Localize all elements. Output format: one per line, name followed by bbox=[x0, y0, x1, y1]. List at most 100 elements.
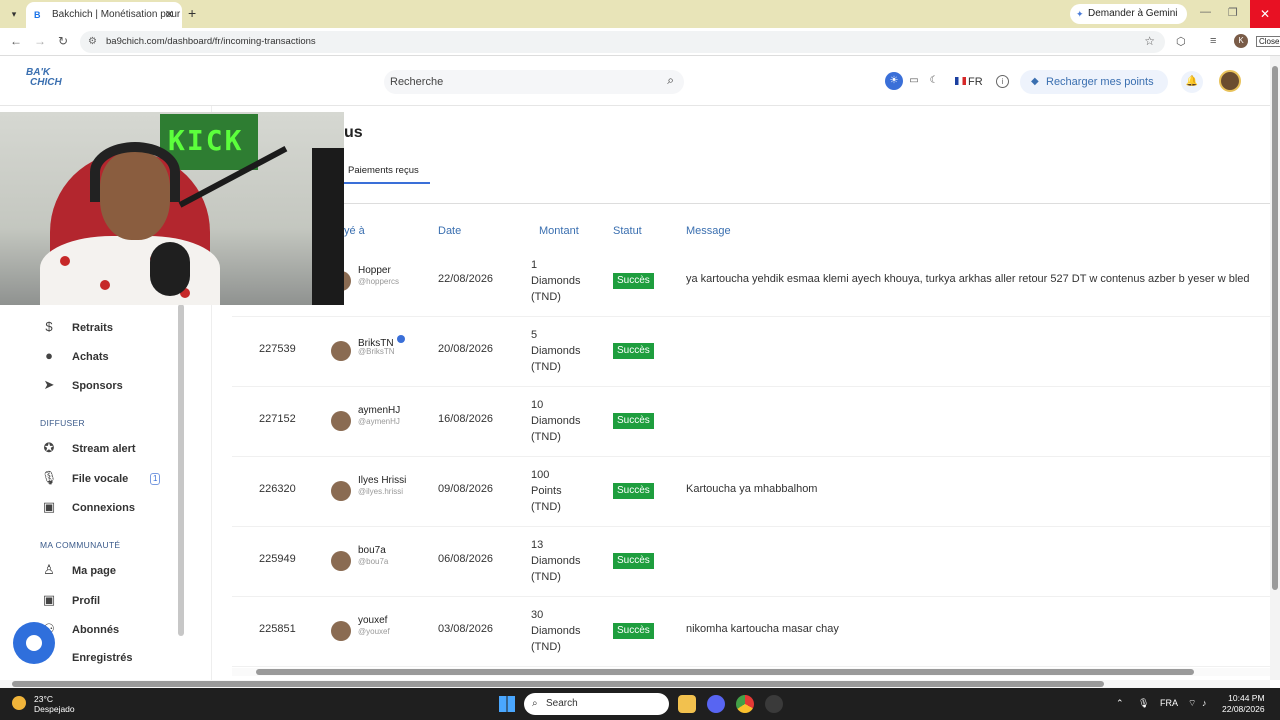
sidebar-item-stream-alert[interactable]: ✪ Stream alert bbox=[40, 437, 136, 459]
info-icon[interactable]: i bbox=[996, 75, 1009, 88]
recharge-points-button[interactable]: ◆ Recharger mes points bbox=[1020, 70, 1168, 94]
donor-avatar[interactable] bbox=[331, 341, 351, 361]
sidebar-item-achats[interactable]: ● Achats bbox=[40, 345, 109, 367]
tab-close-icon[interactable]: ✕ bbox=[165, 2, 174, 28]
forward-icon[interactable]: → bbox=[34, 34, 46, 48]
column-header-paid-to[interactable]: yé à bbox=[344, 225, 365, 237]
weather-sun-icon[interactable] bbox=[12, 696, 26, 710]
reading-list-icon[interactable]: ≡ bbox=[1210, 35, 1216, 47]
notification-bell-icon[interactable]: 🔔 bbox=[1181, 71, 1203, 93]
bookmark-star-icon[interactable]: ☆ bbox=[1144, 34, 1155, 48]
amount-currency: (TND) bbox=[531, 641, 561, 653]
app-header: BA'K CHICH ⌕ ☀ ▭ ☾ FR i ◆ Recharger mes … bbox=[0, 56, 1270, 106]
new-tab-icon[interactable]: + bbox=[188, 5, 196, 21]
restore-icon[interactable]: ❐ bbox=[1228, 6, 1238, 19]
monitor-icon[interactable]: ▭ bbox=[905, 72, 923, 90]
donor-name[interactable]: Hopper bbox=[358, 265, 391, 276]
page-scroll-thumb[interactable] bbox=[12, 681, 1104, 687]
transaction-date: 16/08/2026 bbox=[438, 413, 494, 425]
amount-unit: Diamonds bbox=[531, 555, 581, 567]
table-row[interactable]: 225851 youxef @youxef 03/08/2026 30 Diamonds (… bbox=[232, 597, 1270, 667]
donor-name-text: Hopper bbox=[358, 265, 391, 276]
wifi-icon[interactable]: ⌔ bbox=[1188, 698, 1196, 709]
vertical-scroll-thumb[interactable] bbox=[1272, 66, 1278, 590]
transaction-message: ya kartoucha yehdik esmaa klemi ayech kh… bbox=[686, 273, 1250, 285]
donor-avatar[interactable] bbox=[331, 551, 351, 571]
page-vertical-scrollbar[interactable] bbox=[1270, 56, 1280, 680]
search-icon[interactable]: ⌕ bbox=[667, 73, 674, 88]
page-horizontal-scrollbar[interactable] bbox=[0, 680, 1270, 688]
table-row[interactable]: 226320 Ilyes Hrissi @ilyes.hrissi 09/08/202… bbox=[232, 457, 1270, 527]
table-row[interactable]: 225949 bou7a @bou7a 06/08/2026 13 Diamonds (TN… bbox=[232, 527, 1270, 597]
column-header-date[interactable]: Date bbox=[438, 225, 461, 237]
weather-widget[interactable]: 23°C Despejado bbox=[34, 694, 75, 714]
discord-icon[interactable] bbox=[707, 695, 725, 713]
table-horizontal-scrollbar[interactable] bbox=[232, 668, 1270, 676]
moon-icon[interactable]: ☾ bbox=[925, 72, 943, 90]
gemini-button[interactable]: ✦ Demander à Gemini bbox=[1070, 4, 1188, 24]
tray-chevron-icon[interactable]: ⌃ bbox=[1116, 698, 1124, 709]
sun-icon[interactable]: ☀ bbox=[885, 72, 903, 90]
table-row[interactable]: 227539 BriksTN @BriksTN 20/08/2026 5 Diamonds… bbox=[232, 317, 1270, 387]
profile-avatar[interactable]: K bbox=[1234, 34, 1248, 48]
chat-bubble-button[interactable] bbox=[13, 622, 55, 664]
tab-search-dropdown-icon[interactable]: ▾ bbox=[6, 6, 22, 22]
tab-paiements-recus[interactable]: Paiements reçus bbox=[344, 162, 430, 184]
language-selector[interactable]: FR bbox=[955, 76, 983, 88]
sidebar-item-ma-page[interactable]: ♙ Ma page bbox=[40, 559, 116, 581]
sidebar-item-enregistres[interactable]: Enregistrés bbox=[40, 647, 133, 669]
clock-time: 10:44 PM bbox=[1228, 693, 1265, 703]
donor-avatar[interactable] bbox=[331, 411, 351, 431]
donor-name[interactable]: youxef bbox=[358, 615, 387, 626]
system-clock[interactable]: 10:44 PM 22/08/2026 bbox=[1222, 693, 1265, 715]
amount-currency: (TND) bbox=[531, 291, 561, 303]
table-scroll-thumb[interactable] bbox=[256, 669, 1194, 675]
donor-name-text: Ilyes Hrissi bbox=[358, 475, 407, 486]
sidebar-item-sponsors[interactable]: ➤ Sponsors bbox=[40, 374, 123, 396]
bakchich-logo[interactable]: BA'K CHICH bbox=[26, 68, 62, 88]
tray-mic-icon[interactable]: 🎙 bbox=[1138, 698, 1149, 709]
sidebar-item-label: Profil bbox=[72, 595, 101, 607]
address-bar-row: ← → ↻ ⚙ ba9chich.com/dashboard/fr/incomi… bbox=[0, 28, 1280, 56]
column-header-message[interactable]: Message bbox=[686, 225, 731, 237]
reload-icon[interactable]: ↻ bbox=[58, 34, 68, 48]
browser-tab[interactable]: B Bakchich | Monétisation pour le ✕ bbox=[26, 2, 182, 28]
column-header-status[interactable]: Statut bbox=[613, 225, 642, 237]
omnibox[interactable]: ⚙ ba9chich.com/dashboard/fr/incoming-tra… bbox=[80, 31, 1165, 53]
donor-handle: @youxef bbox=[358, 627, 390, 636]
url-text[interactable]: ba9chich.com/dashboard/fr/incoming-trans… bbox=[106, 31, 316, 53]
obs-icon[interactable] bbox=[765, 695, 783, 713]
user-avatar[interactable] bbox=[1219, 70, 1241, 92]
transaction-id: 227152 bbox=[259, 413, 296, 425]
status-badge: Succès bbox=[613, 413, 654, 429]
donor-name[interactable]: aymenHJ bbox=[358, 405, 400, 416]
site-info-icon[interactable]: ⚙ bbox=[88, 36, 97, 47]
sidebar-item-retraits[interactable]: $ Retraits bbox=[40, 316, 113, 338]
donor-name[interactable]: bou7a bbox=[358, 545, 386, 556]
donor-avatar[interactable] bbox=[331, 481, 351, 501]
donor-name[interactable]: Ilyes Hrissi bbox=[358, 475, 406, 486]
sidebar-scrollbar[interactable] bbox=[178, 304, 184, 636]
amount-unit: Diamonds bbox=[531, 415, 581, 427]
sidebar-item-connexions[interactable]: ▣ Connexions bbox=[40, 496, 135, 518]
sidebar-item-file-vocale[interactable]: 🎙 File vocale 1 bbox=[40, 467, 161, 489]
windows-start-icon[interactable] bbox=[499, 696, 515, 712]
tab-title: Bakchich | Monétisation pour le bbox=[52, 9, 182, 20]
extensions-icon[interactable]: ⬡ bbox=[1176, 35, 1186, 48]
donor-avatar[interactable] bbox=[331, 621, 351, 641]
column-header-amount[interactable]: Montant bbox=[539, 225, 579, 237]
minimize-icon[interactable]: — bbox=[1200, 6, 1211, 18]
window-close-button[interactable]: ✕ bbox=[1250, 0, 1280, 28]
coin-icon: ● bbox=[45, 348, 53, 363]
taskbar-search[interactable]: ⌕ Search bbox=[524, 693, 669, 715]
chrome-icon[interactable] bbox=[736, 695, 754, 713]
input-language[interactable]: FRA bbox=[1160, 698, 1178, 708]
amount-unit: Diamonds bbox=[531, 625, 581, 637]
file-explorer-icon[interactable] bbox=[678, 695, 696, 713]
search-input[interactable] bbox=[390, 72, 650, 92]
table-row[interactable]: 227152 aymenHJ @aymenHJ 16/08/2026 10 Diamond… bbox=[232, 387, 1270, 457]
volume-icon[interactable]: ♪ bbox=[1202, 698, 1207, 708]
table-row[interactable]: Hopper @hoppercs 22/08/2026 1 Diamonds (TND) S… bbox=[232, 247, 1270, 317]
back-icon[interactable]: ← bbox=[10, 34, 22, 48]
sidebar-item-profil[interactable]: ▣ Profil bbox=[40, 589, 100, 611]
